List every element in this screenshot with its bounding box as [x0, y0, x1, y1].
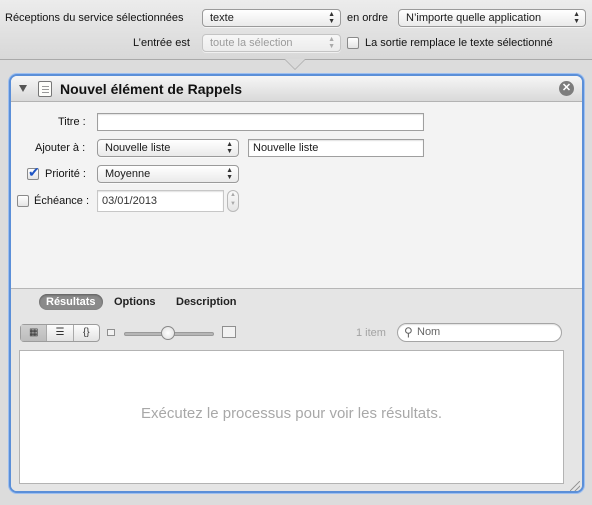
input-is-label: L’entrée est: [133, 37, 190, 49]
disclosure-triangle-icon[interactable]: [19, 85, 27, 92]
add-to-value: Nouvelle liste: [105, 142, 171, 154]
priority-value: Moyenne: [105, 168, 151, 180]
popup-arrows-icon: ▲ ▼: [226, 141, 233, 155]
input-type-value: texte: [210, 12, 234, 24]
popup-arrows-icon: ▲ ▼: [573, 11, 580, 25]
small-image-icon: [107, 329, 115, 336]
large-image-icon: [222, 326, 236, 338]
add-to-label: Ajouter à :: [35, 142, 86, 154]
due-date-stepper[interactable]: ▲ ▼: [227, 190, 239, 212]
priority-popup[interactable]: Moyenne ▲ ▼: [97, 165, 239, 183]
in-application-label: en ordre: [347, 12, 388, 24]
replace-selection-checkbox[interactable]: [347, 37, 359, 49]
tab-options[interactable]: Options: [114, 294, 156, 310]
search-icon: ⚲: [404, 325, 413, 339]
application-value: N’importe quelle application: [406, 12, 542, 24]
icon-view-icon[interactable]: ▦: [21, 325, 48, 341]
popup-arrows-icon: ▲ ▼: [328, 11, 335, 25]
priority-checkbox[interactable]: [27, 164, 40, 181]
action-header: Nouvel élément de Rappels ✕: [11, 76, 582, 102]
list-view-icon[interactable]: ☰: [47, 325, 74, 341]
results-pane: Exécutez le processus pour voir les résu…: [19, 350, 564, 484]
action-form: Titre : Ajouter à : Nouvelle liste ▲ ▼ No…: [11, 102, 582, 288]
title-label: Titre :: [58, 116, 86, 128]
results-message: Exécutez le processus pour voir les résu…: [141, 405, 442, 422]
add-to-popup[interactable]: Nouvelle liste ▲ ▼: [97, 139, 239, 157]
popup-arrows-icon: ▲ ▼: [226, 167, 233, 181]
tab-description[interactable]: Description: [176, 294, 237, 310]
code-view-icon[interactable]: {}: [74, 325, 99, 341]
zoom-slider-knob[interactable]: [161, 326, 175, 340]
due-date-label: Échéance :: [34, 195, 90, 207]
popup-arrows-icon: ▲ ▼: [328, 36, 335, 50]
close-icon[interactable]: ✕: [559, 81, 574, 96]
input-type-popup[interactable]: texte ▲ ▼: [202, 9, 341, 27]
service-options-bar: Réceptions du service sélectionnées text…: [0, 0, 592, 60]
service-receives-label: Réceptions du service sélectionnées: [5, 12, 184, 24]
title-field[interactable]: [97, 113, 424, 131]
input-is-popup[interactable]: toute la sélection ▲ ▼: [202, 34, 341, 52]
reminders-app-icon: [38, 81, 52, 97]
results-search-field[interactable]: ⚲ Nom: [397, 323, 562, 342]
application-popup[interactable]: N’importe quelle application ▲ ▼: [398, 9, 586, 27]
due-date-field[interactable]: 03/01/2013: [97, 190, 224, 212]
input-is-value: toute la sélection: [210, 37, 293, 49]
item-count: 1 item: [356, 327, 386, 339]
new-list-name-field[interactable]: Nouvelle liste: [248, 139, 424, 157]
action-title: Nouvel élément de Rappels: [60, 81, 243, 97]
due-date-checkbox[interactable]: [17, 195, 29, 207]
replace-selection-label: La sortie remplace le texte sélectionné: [365, 37, 553, 49]
tab-results[interactable]: Résultats: [39, 294, 103, 310]
search-placeholder: Nom: [417, 326, 441, 338]
bar-pointer: [285, 59, 305, 69]
results-area: Résultats Options Description ▦ ☰ {} 1 i…: [11, 288, 582, 491]
resize-grip-icon[interactable]: [570, 481, 580, 491]
priority-label: Priorité :: [45, 168, 86, 180]
view-mode-selector: ▦ ☰ {}: [20, 324, 100, 342]
reminders-action-panel: Nouvel élément de Rappels ✕ Titre : Ajou…: [9, 74, 584, 493]
